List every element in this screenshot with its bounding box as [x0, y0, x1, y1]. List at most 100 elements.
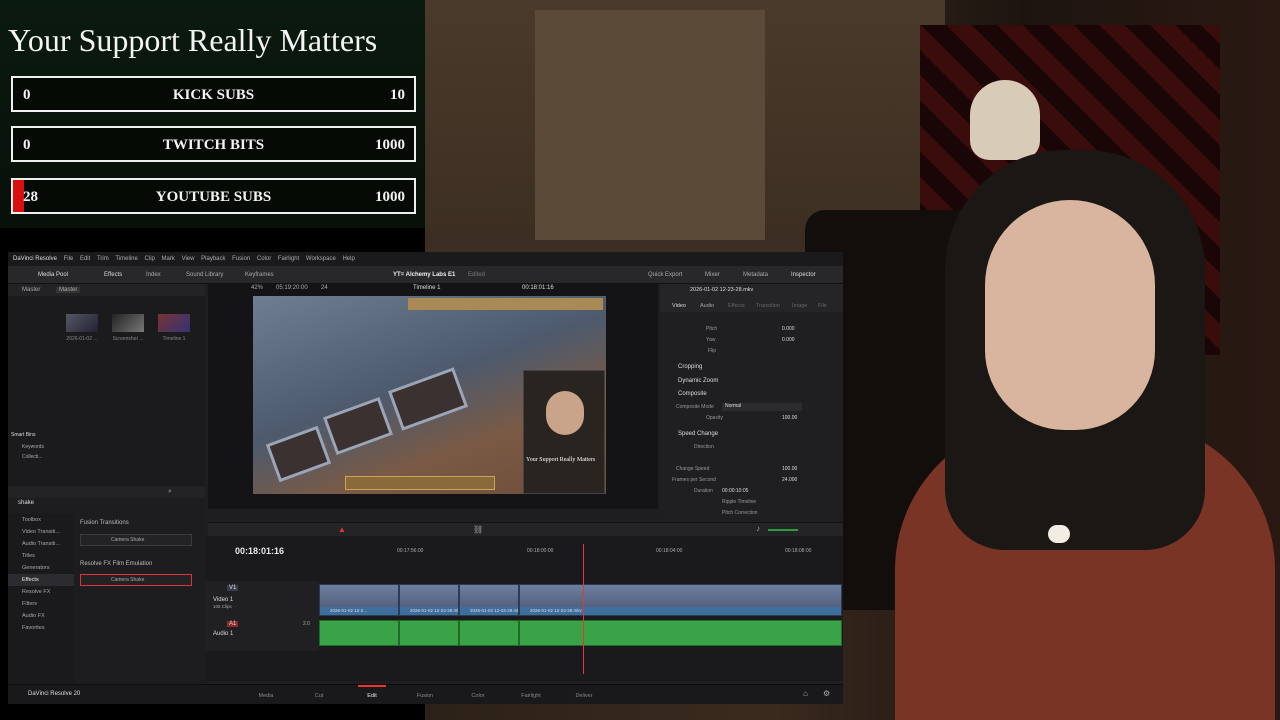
master-tab[interactable]: Master [22, 287, 40, 293]
duration-label: Duration [694, 488, 713, 494]
keyframes-button[interactable]: Keyframes [245, 272, 274, 278]
timeline-name[interactable]: Timeline 1 [413, 285, 440, 291]
tab-file[interactable]: File [818, 303, 827, 309]
fps-value[interactable]: 24.000 [782, 477, 797, 483]
tree-filters[interactable]: Filters [8, 598, 74, 610]
tree-effects[interactable]: Effects [8, 574, 74, 586]
tree-resolve-fx[interactable]: Resolve FX [8, 586, 74, 598]
keywords-bin[interactable]: Keywords [8, 444, 68, 450]
metadata-button[interactable]: Metadata [743, 272, 768, 278]
a1-label[interactable]: A1 [227, 621, 239, 627]
menu-help[interactable]: Help [342, 252, 354, 266]
menu-fairlight[interactable]: Fairlight [278, 252, 299, 266]
opacity-value[interactable]: 100.00 [782, 415, 797, 421]
menu-mark[interactable]: Mark [162, 252, 175, 266]
effects-button[interactable]: Effects [104, 272, 122, 278]
sound-library-button[interactable]: Sound Library [186, 272, 223, 278]
tree-video-transitions[interactable]: Video Transiti... [8, 526, 74, 538]
menu-playback[interactable]: Playback [201, 252, 225, 266]
audio-level: 2.0 [303, 621, 310, 627]
menu-clip[interactable]: Clip [145, 252, 155, 266]
page-deliver[interactable]: Deliver [564, 693, 604, 699]
camera-shake-transition[interactable]: Camera Shake [80, 534, 192, 546]
gear-icon[interactable]: ⚙ [823, 689, 830, 698]
ripple-timeline-checkbox[interactable]: Ripple Timeline [722, 499, 756, 505]
tree-generators[interactable]: Generators [8, 562, 74, 574]
audio-clip[interactable] [319, 620, 399, 646]
master-bin[interactable]: Master [56, 287, 81, 293]
video-preview[interactable]: Your Support Really Matters [253, 296, 606, 494]
menu-timeline[interactable]: Timeline [115, 252, 137, 266]
yaw-value[interactable]: 0.000 [782, 337, 795, 343]
audio-clip[interactable] [519, 620, 842, 646]
tab-image[interactable]: Image [792, 303, 807, 309]
tree-favorites[interactable]: Favorites [8, 622, 74, 634]
audio-clip[interactable] [399, 620, 459, 646]
page-color[interactable]: Color [458, 693, 498, 699]
menu-fusion[interactable]: Fusion [232, 252, 250, 266]
menu-edit[interactable]: Edit [80, 252, 90, 266]
media-pool-button[interactable]: Media Pool [38, 272, 68, 278]
video-clip[interactable]: 2026-01-02 12-2... [319, 584, 399, 616]
composite-mode-select[interactable]: Normal [722, 403, 802, 411]
goal-bar-youtube: 28 YOUTUBE SUBS 1000 [11, 178, 416, 214]
pitch-value[interactable]: 0.000 [782, 326, 795, 332]
menu-file[interactable]: File [64, 252, 74, 266]
inspector-header: 2026-01-02 12-23-28.mkv Video Audio Effe… [660, 284, 843, 312]
cropping-section[interactable]: Cropping [678, 364, 702, 370]
search-icon[interactable]: ⌕ [168, 488, 172, 496]
ruler-tick: 00:17:56:00 [397, 548, 424, 554]
timeline-thumbnail[interactable] [158, 314, 190, 332]
duration-value[interactable]: 00:00:10:05 [722, 488, 748, 494]
composite-section[interactable]: Composite [678, 391, 707, 397]
home-icon[interactable]: ⌂ [803, 689, 808, 698]
tab-effects[interactable]: Effects [728, 303, 745, 309]
pitch-correction-checkbox[interactable]: Pitch Correction [722, 510, 758, 516]
page-fairlight[interactable]: Fairlight [511, 693, 551, 699]
speed-change-section[interactable]: Speed Change [678, 431, 718, 437]
pointer-tool-icon[interactable]: ▲ [338, 525, 346, 534]
menu-workspace[interactable]: Workspace [306, 252, 336, 266]
page-nav: DaVinci Resolve 20 Media Cut Edit Fusion… [8, 684, 843, 704]
tree-audio-transitions[interactable]: Audio Transiti... [8, 538, 74, 550]
tree-audio-fx[interactable]: Audio FX [8, 610, 74, 622]
resolve-window: DaVinci Resolve File Edit Trim Timeline … [8, 252, 843, 704]
link-icon[interactable]: ⛓ [473, 525, 483, 534]
quick-export-button[interactable]: Quick Export [648, 272, 682, 278]
tree-toolbox[interactable]: Toolbox [8, 514, 74, 526]
tab-audio[interactable]: Audio [700, 303, 714, 309]
effects-search-input[interactable]: shake [18, 500, 34, 506]
video-clip[interactable]: 2026-01-02 12-23-28.mkv [459, 584, 519, 616]
menu-trim[interactable]: Trim [97, 252, 109, 266]
person-face [985, 200, 1155, 430]
page-cut[interactable]: Cut [299, 693, 339, 699]
audio-clip[interactable] [459, 620, 519, 646]
menu-bar: DaVinci Resolve File Edit Trim Timeline … [8, 252, 843, 266]
video-clip[interactable]: 2026-01-02 12-23-28.mkv [399, 584, 459, 616]
audio-track-name: Audio 1 [213, 631, 234, 637]
change-speed-value[interactable]: 100.00 [782, 466, 797, 472]
tree-titles[interactable]: Titles [8, 550, 74, 562]
v1-label[interactable]: V1 [227, 585, 239, 591]
menu-view[interactable]: View [182, 252, 195, 266]
opacity-label: Opacity [706, 415, 723, 421]
inspector-button[interactable]: Inspector [791, 272, 816, 278]
tab-transition[interactable]: Transition [756, 303, 780, 309]
menu-color[interactable]: Color [257, 252, 271, 266]
tab-video[interactable]: Video [672, 303, 686, 309]
camera-shake-effect[interactable]: Camera Shake [80, 574, 192, 586]
page-media[interactable]: Media [246, 693, 286, 699]
volume-slider[interactable] [768, 529, 798, 531]
playhead[interactable] [583, 544, 584, 674]
mixer-button[interactable]: Mixer [705, 272, 720, 278]
index-button[interactable]: Index [146, 272, 161, 278]
video-clip[interactable]: 2026-01-02 12-23-28.mkv [519, 584, 842, 616]
zoom-level[interactable]: 42% [251, 285, 263, 291]
page-fusion[interactable]: Fusion [405, 693, 445, 699]
collections-bin[interactable]: Collecti... [8, 454, 68, 460]
screenshot-thumbnail[interactable] [112, 314, 144, 332]
volume-icon[interactable]: ♪ [756, 524, 760, 533]
clip-thumbnail[interactable] [66, 314, 98, 332]
page-edit[interactable]: Edit [352, 685, 392, 699]
dynamic-zoom-section[interactable]: Dynamic Zoom [678, 378, 718, 384]
